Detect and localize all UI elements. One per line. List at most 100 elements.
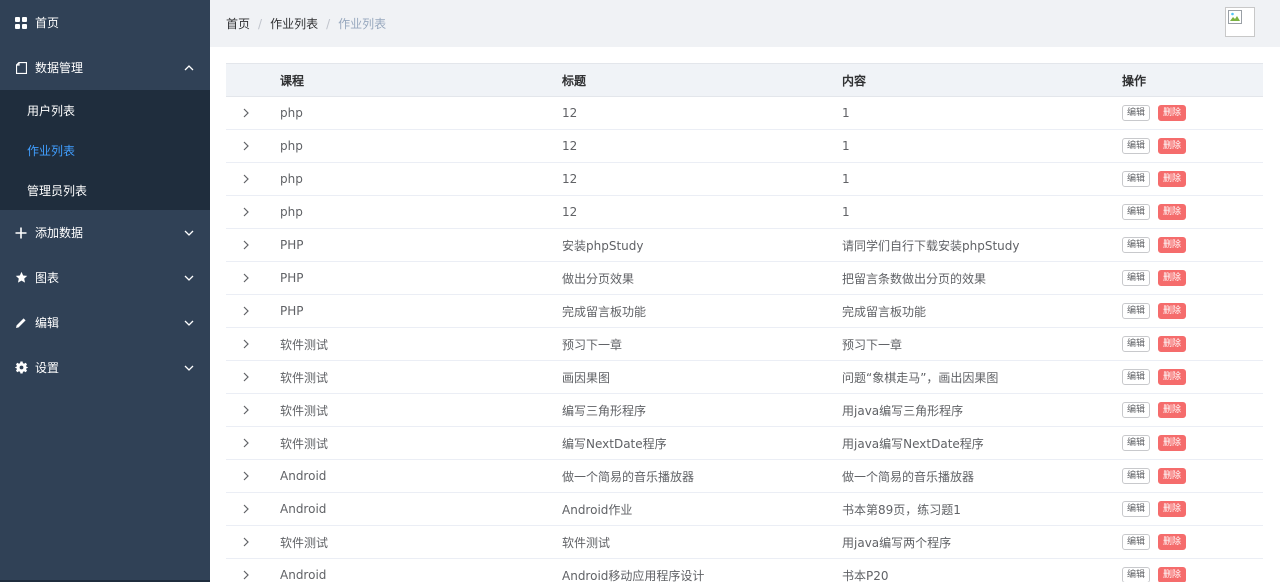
cell-actions: 编辑 删除	[1122, 327, 1263, 361]
row-expand-toggle[interactable]	[226, 195, 280, 229]
delete-button[interactable]: 删除	[1158, 138, 1187, 154]
delete-button[interactable]: 删除	[1158, 567, 1187, 582]
delete-button[interactable]: 删除	[1158, 501, 1187, 517]
row-expand-toggle[interactable]	[226, 393, 280, 427]
delete-button[interactable]: 删除	[1158, 534, 1187, 550]
row-expand-toggle[interactable]	[226, 426, 280, 460]
delete-button[interactable]: 删除	[1158, 105, 1187, 121]
delete-button[interactable]: 删除	[1158, 336, 1187, 352]
row-expand-toggle[interactable]	[226, 228, 280, 262]
edit-button[interactable]: 编辑	[1122, 567, 1151, 582]
chevron-right-icon	[241, 240, 280, 250]
edit-button[interactable]: 编辑	[1122, 336, 1151, 352]
cell-actions: 编辑 删除	[1122, 525, 1263, 559]
menu-settings-label: 设置	[35, 361, 60, 375]
chevron-right-icon	[241, 174, 280, 184]
chevron-down-icon	[184, 228, 194, 238]
row-expand-toggle[interactable]	[226, 327, 280, 361]
edit-button[interactable]: 编辑	[1122, 402, 1151, 418]
table-row: 软件测试 软件测试 用java编写两个程序 编辑 删除	[226, 525, 1263, 559]
row-expand-toggle[interactable]	[226, 96, 280, 130]
table-row: php 12 1 编辑 删除	[226, 96, 1263, 130]
gear-icon	[14, 361, 28, 375]
breadcrumb-separator: /	[326, 16, 331, 31]
row-expand-toggle[interactable]	[226, 360, 280, 394]
menu-charts[interactable]: 图表	[0, 255, 210, 300]
delete-button[interactable]: 删除	[1158, 435, 1187, 451]
cell-title: Android移动应用程序设计	[562, 558, 842, 582]
chevron-down-icon	[184, 273, 194, 283]
row-expand-toggle[interactable]	[226, 459, 280, 493]
breadcrumb-homework-list[interactable]: 作业列表	[270, 15, 318, 32]
delete-button[interactable]: 删除	[1158, 237, 1187, 253]
delete-button[interactable]: 删除	[1158, 171, 1187, 187]
breadcrumb-home[interactable]: 首页	[226, 15, 250, 32]
row-expand-toggle[interactable]	[226, 261, 280, 295]
sidebar-item-homework-list[interactable]: 作业列表	[0, 130, 210, 170]
edit-button[interactable]: 编辑	[1122, 501, 1151, 517]
row-expand-toggle[interactable]	[226, 558, 280, 582]
table-row: php 12 1 编辑 删除	[226, 162, 1263, 196]
menu-home[interactable]: 首页	[0, 0, 210, 45]
delete-button[interactable]: 删除	[1158, 303, 1187, 319]
broken-image-icon	[1228, 10, 1242, 24]
table-row: Android Android移动应用程序设计 书本P20 编辑 删除	[226, 558, 1263, 582]
cell-title: 做一个简易的音乐播放器	[562, 459, 842, 493]
menu-edit[interactable]: 编辑	[0, 300, 210, 345]
cell-content: 完成留言板功能	[842, 294, 1122, 328]
menu-data-management[interactable]: 数据管理	[0, 45, 210, 90]
chevron-right-icon	[241, 537, 280, 547]
menu-home-label: 首页	[35, 16, 60, 30]
table-row: 软件测试 画因果图 问题“象棋走马”，画出因果图 编辑 删除	[226, 360, 1263, 394]
cell-course: php	[280, 96, 562, 130]
edit-button[interactable]: 编辑	[1122, 468, 1151, 484]
edit-button[interactable]: 编辑	[1122, 303, 1151, 319]
sidebar-item-user-list[interactable]: 用户列表	[0, 90, 210, 130]
menu-settings[interactable]: 设置	[0, 345, 210, 390]
edit-button[interactable]: 编辑	[1122, 204, 1151, 220]
edit-button[interactable]: 编辑	[1122, 171, 1151, 187]
cell-title: 编写NextDate程序	[562, 426, 842, 460]
row-expand-toggle[interactable]	[226, 492, 280, 526]
delete-button[interactable]: 删除	[1158, 270, 1187, 286]
delete-button[interactable]: 删除	[1158, 369, 1187, 385]
chevron-down-icon	[184, 363, 194, 373]
delete-button[interactable]: 删除	[1158, 402, 1187, 418]
header-content[interactable]: 内容	[842, 63, 1122, 97]
homework-table: 课程 标题 内容 操作 php 12 1 编辑 删除 php 12 1 编辑 删除 php 12 1 编辑…	[226, 63, 1263, 582]
avatar[interactable]	[1225, 7, 1255, 37]
cell-content: 用java编写三角形程序	[842, 393, 1122, 427]
edit-button[interactable]: 编辑	[1122, 435, 1151, 451]
edit-button[interactable]: 编辑	[1122, 138, 1151, 154]
chevron-down-icon	[184, 318, 194, 328]
grid-icon	[14, 16, 28, 30]
chevron-right-icon	[241, 471, 280, 481]
row-expand-toggle[interactable]	[226, 162, 280, 196]
sidebar-item-admin-list[interactable]: 管理员列表	[0, 170, 210, 210]
table-row: php 12 1 编辑 删除	[226, 129, 1263, 163]
sidebar: 首页 数据管理 用户列表 作业列表 管理员列表 添加数据 图表 编辑 设置	[0, 0, 210, 582]
delete-button[interactable]: 删除	[1158, 204, 1187, 220]
edit-button[interactable]: 编辑	[1122, 237, 1151, 253]
row-expand-toggle[interactable]	[226, 525, 280, 559]
header-course[interactable]: 课程	[280, 63, 562, 97]
star-icon	[14, 271, 28, 285]
table-row: php 12 1 编辑 删除	[226, 195, 1263, 229]
row-expand-toggle[interactable]	[226, 129, 280, 163]
row-expand-toggle[interactable]	[226, 294, 280, 328]
chevron-right-icon	[241, 141, 280, 151]
data-management-submenu: 用户列表 作业列表 管理员列表	[0, 90, 210, 210]
menu-charts-label: 图表	[35, 271, 60, 285]
cell-course: 软件测试	[280, 327, 562, 361]
delete-button[interactable]: 删除	[1158, 468, 1187, 484]
cell-actions: 编辑 删除	[1122, 360, 1263, 394]
cell-title: 12	[562, 96, 842, 130]
edit-button[interactable]: 编辑	[1122, 270, 1151, 286]
edit-button[interactable]: 编辑	[1122, 105, 1151, 121]
menu-add-data[interactable]: 添加数据	[0, 210, 210, 255]
edit-button[interactable]: 编辑	[1122, 534, 1151, 550]
cell-title: 12	[562, 162, 842, 196]
table-header-row: 课程 标题 内容 操作	[226, 63, 1263, 97]
header-title[interactable]: 标题	[562, 63, 842, 97]
edit-button[interactable]: 编辑	[1122, 369, 1151, 385]
